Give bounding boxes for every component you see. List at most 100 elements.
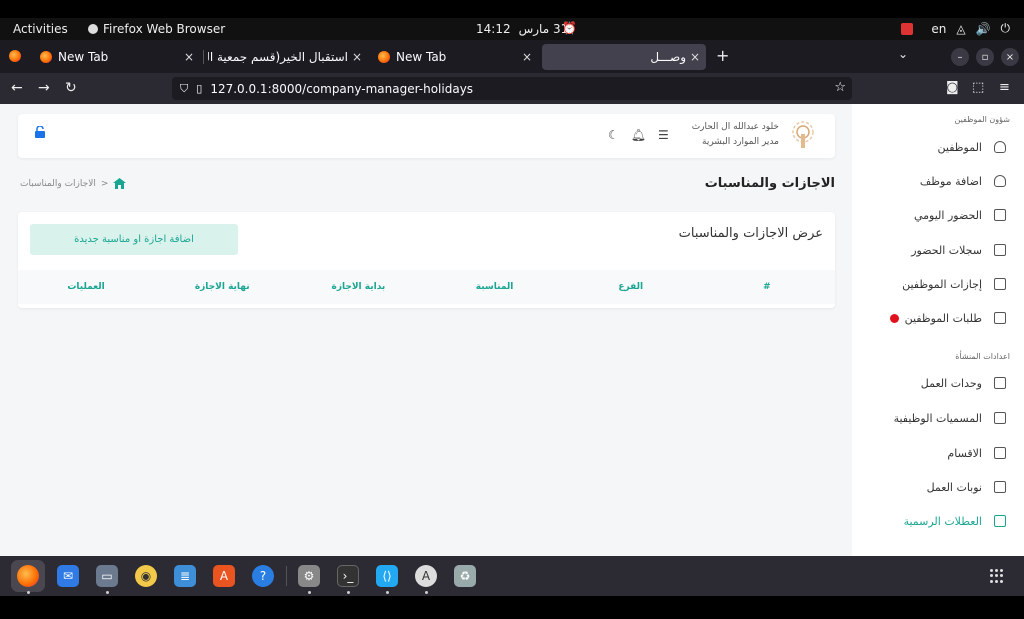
dock: ✉ ▭ ◉ ≣ A ? ⚙ ›_ ⟨⟩ A ♻ bbox=[0, 556, 1024, 596]
table-header: # الفرع المناسبة بداية الاجازة نهاية الا… bbox=[18, 270, 835, 304]
activities-button[interactable]: Activities bbox=[13, 22, 68, 36]
files-icon[interactable]: ▭ bbox=[96, 565, 118, 587]
tab-title: New Tab bbox=[58, 50, 109, 64]
firefox-icon bbox=[88, 24, 98, 34]
sidebar-item-label: سجلات الحضور bbox=[911, 243, 982, 257]
terminal-icon[interactable]: ›_ bbox=[337, 565, 359, 587]
sidebar-item-label: طلبات الموظفين bbox=[904, 311, 982, 325]
home-icon[interactable] bbox=[113, 178, 127, 189]
help-icon[interactable]: ? bbox=[252, 565, 274, 587]
screen: Activities Firefox Web Browser 14:12 31 … bbox=[0, 0, 1024, 619]
clock-time: 14:12 bbox=[476, 22, 511, 36]
app-center-icon[interactable]: A bbox=[213, 565, 235, 587]
sidebar-item-employee-requests[interactable]: طلبات الموظفين bbox=[866, 308, 1006, 328]
running-indicator bbox=[347, 591, 350, 594]
bookmark-star-icon[interactable]: ☆ bbox=[834, 80, 846, 95]
forward-arrow-icon[interactable]: → bbox=[38, 80, 50, 96]
tab-wasl[interactable]: وصـــل × bbox=[542, 44, 706, 70]
user-profile[interactable]: خلود عبدالله ال الحارث مدير الموارد البش… bbox=[692, 120, 817, 150]
card-title: عرض الاجازات والمناسبات bbox=[678, 226, 823, 241]
firefox-tab-icon bbox=[378, 51, 390, 63]
app-menu[interactable]: Firefox Web Browser bbox=[88, 22, 225, 36]
sidebar-item-employee-leaves[interactable]: إجازات الموظفين bbox=[866, 274, 1006, 294]
language-indicator[interactable]: en bbox=[931, 22, 946, 36]
pocket-icon[interactable]: ◙ bbox=[946, 80, 959, 95]
list-all-tabs-chevron-icon[interactable]: ⌄ bbox=[898, 47, 908, 61]
url-bar[interactable]: ⛉ ▯ 127.0.0.1:8000/company-manager-holid… bbox=[172, 77, 852, 100]
add-holiday-button[interactable]: اضافة اجازة او مناسبة جديدة bbox=[30, 224, 238, 255]
sidebar-item-label: وحدات العمل bbox=[920, 376, 982, 390]
sidebar-item-add-employee[interactable]: اضافة موظف bbox=[866, 171, 1006, 191]
trash-icon[interactable]: ♻ bbox=[454, 565, 476, 587]
tab-separator bbox=[203, 50, 204, 64]
dock-separator bbox=[286, 566, 287, 586]
recording-indicator-icon bbox=[901, 22, 914, 35]
sidebar-item-employees[interactable]: الموظفين bbox=[866, 137, 1006, 157]
firefox-tab-icon bbox=[40, 51, 52, 63]
extensions-icon[interactable]: ⬚ bbox=[972, 80, 984, 95]
sidebar-item-work-shifts[interactable]: نوبات العمل bbox=[866, 477, 1006, 497]
sidebar-item-departments[interactable]: الاقسام bbox=[866, 443, 1006, 463]
column-header-branch: الفرع bbox=[618, 282, 644, 292]
clock[interactable]: 14:12 31 مارس bbox=[476, 22, 568, 36]
new-tab-button[interactable]: + bbox=[716, 46, 729, 65]
running-indicator bbox=[425, 591, 428, 594]
moon-icon[interactable]: ☾ bbox=[608, 128, 619, 142]
notification-bell-icon[interactable]: ⏰ bbox=[562, 21, 577, 35]
user-name: خلود عبدالله ال الحارث bbox=[691, 122, 779, 132]
tab-new-tab-1[interactable]: New Tab × bbox=[40, 44, 200, 70]
back-arrow-icon[interactable]: ← bbox=[11, 80, 23, 96]
tracking-shield-icon[interactable]: ⛉ bbox=[180, 82, 188, 96]
sidebar-item-work-units[interactable]: وحدات العمل bbox=[866, 373, 1006, 393]
user-info: خلود عبدالله ال الحارث مدير الموارد البش… bbox=[692, 120, 779, 150]
url-text[interactable]: 127.0.0.1:8000/company-manager-holidays bbox=[210, 82, 473, 96]
tab-close-icon[interactable]: × bbox=[690, 50, 700, 64]
rhythmbox-icon[interactable]: ◉ bbox=[135, 565, 157, 587]
sidebar-item-label: نوبات العمل bbox=[926, 480, 982, 494]
holidays-card: عرض الاجازات والمناسبات اضافة اجازة او م… bbox=[18, 212, 835, 308]
sidebar-item-job-titles[interactable]: المسميات الوظيفية bbox=[866, 408, 1006, 428]
hamburger-menu-icon[interactable]: ≡ bbox=[999, 80, 1010, 95]
settings-icon[interactable]: ⚙ bbox=[298, 565, 320, 587]
sidebar-item-attendance-records[interactable]: سجلات الحضور bbox=[866, 240, 1006, 260]
close-window-button[interactable]: × bbox=[1001, 48, 1019, 66]
tab-istiqbal[interactable]: استقبال الخير(قسم جمعية الدع × bbox=[208, 44, 368, 70]
sidebar-item-official-holidays[interactable]: العطلات الرسمية bbox=[866, 511, 1006, 531]
show-apps-grid-icon[interactable] bbox=[990, 569, 1004, 583]
calendar-x-icon bbox=[994, 278, 1006, 290]
software-updater-icon[interactable]: A bbox=[415, 565, 437, 587]
calendar-icon bbox=[994, 481, 1006, 493]
running-indicator bbox=[27, 591, 30, 594]
sidebar-item-daily-attendance[interactable]: الحضور اليومي bbox=[866, 205, 1006, 225]
running-indicator bbox=[308, 591, 311, 594]
reload-icon[interactable]: ↻ bbox=[65, 80, 77, 96]
running-indicator bbox=[106, 591, 109, 594]
maximize-window-button[interactable]: ▫ bbox=[976, 48, 994, 66]
web-page: شؤون الموظفين الموظفين اضافة موظف الحضور… bbox=[0, 104, 1024, 556]
sidebar-item-label: اضافة موظف bbox=[919, 174, 982, 188]
calendar-icon bbox=[994, 312, 1006, 324]
clock-date: 31 مارس bbox=[518, 22, 569, 36]
firefox-view-icon[interactable] bbox=[9, 50, 21, 62]
tab-close-icon[interactable]: × bbox=[352, 50, 362, 64]
tab-new-tab-2[interactable]: New Tab × bbox=[378, 44, 538, 70]
tab-close-icon[interactable]: × bbox=[184, 50, 194, 64]
system-top-bar: Activities Firefox Web Browser 14:12 31 … bbox=[0, 18, 1024, 40]
tab-close-icon[interactable]: × bbox=[522, 50, 532, 64]
system-tray[interactable]: en ◬ 🔊 ⏻ bbox=[901, 21, 1010, 36]
page-info-icon[interactable]: ▯ bbox=[196, 82, 202, 95]
bell-icon[interactable]: 🔔︎ bbox=[631, 128, 646, 142]
settings-sliders-icon[interactable]: ☰ bbox=[658, 128, 669, 142]
sidebar-item-label: الاقسام bbox=[947, 446, 982, 460]
notification-dot bbox=[889, 313, 899, 323]
writer-icon[interactable]: ≣ bbox=[174, 565, 196, 587]
thunderbird-icon[interactable]: ✉ bbox=[57, 565, 79, 587]
user-role: مدير الموارد البشرية bbox=[702, 137, 779, 147]
volume-icon: 🔊 bbox=[975, 21, 991, 36]
calendar-check-icon bbox=[994, 209, 1006, 221]
minimize-window-button[interactable]: – bbox=[951, 48, 969, 66]
firefox-icon[interactable] bbox=[17, 565, 39, 587]
unlock-icon[interactable] bbox=[34, 126, 46, 138]
vscode-icon[interactable]: ⟨⟩ bbox=[376, 565, 398, 587]
page-title: الاجازات والمناسبات bbox=[704, 176, 835, 191]
